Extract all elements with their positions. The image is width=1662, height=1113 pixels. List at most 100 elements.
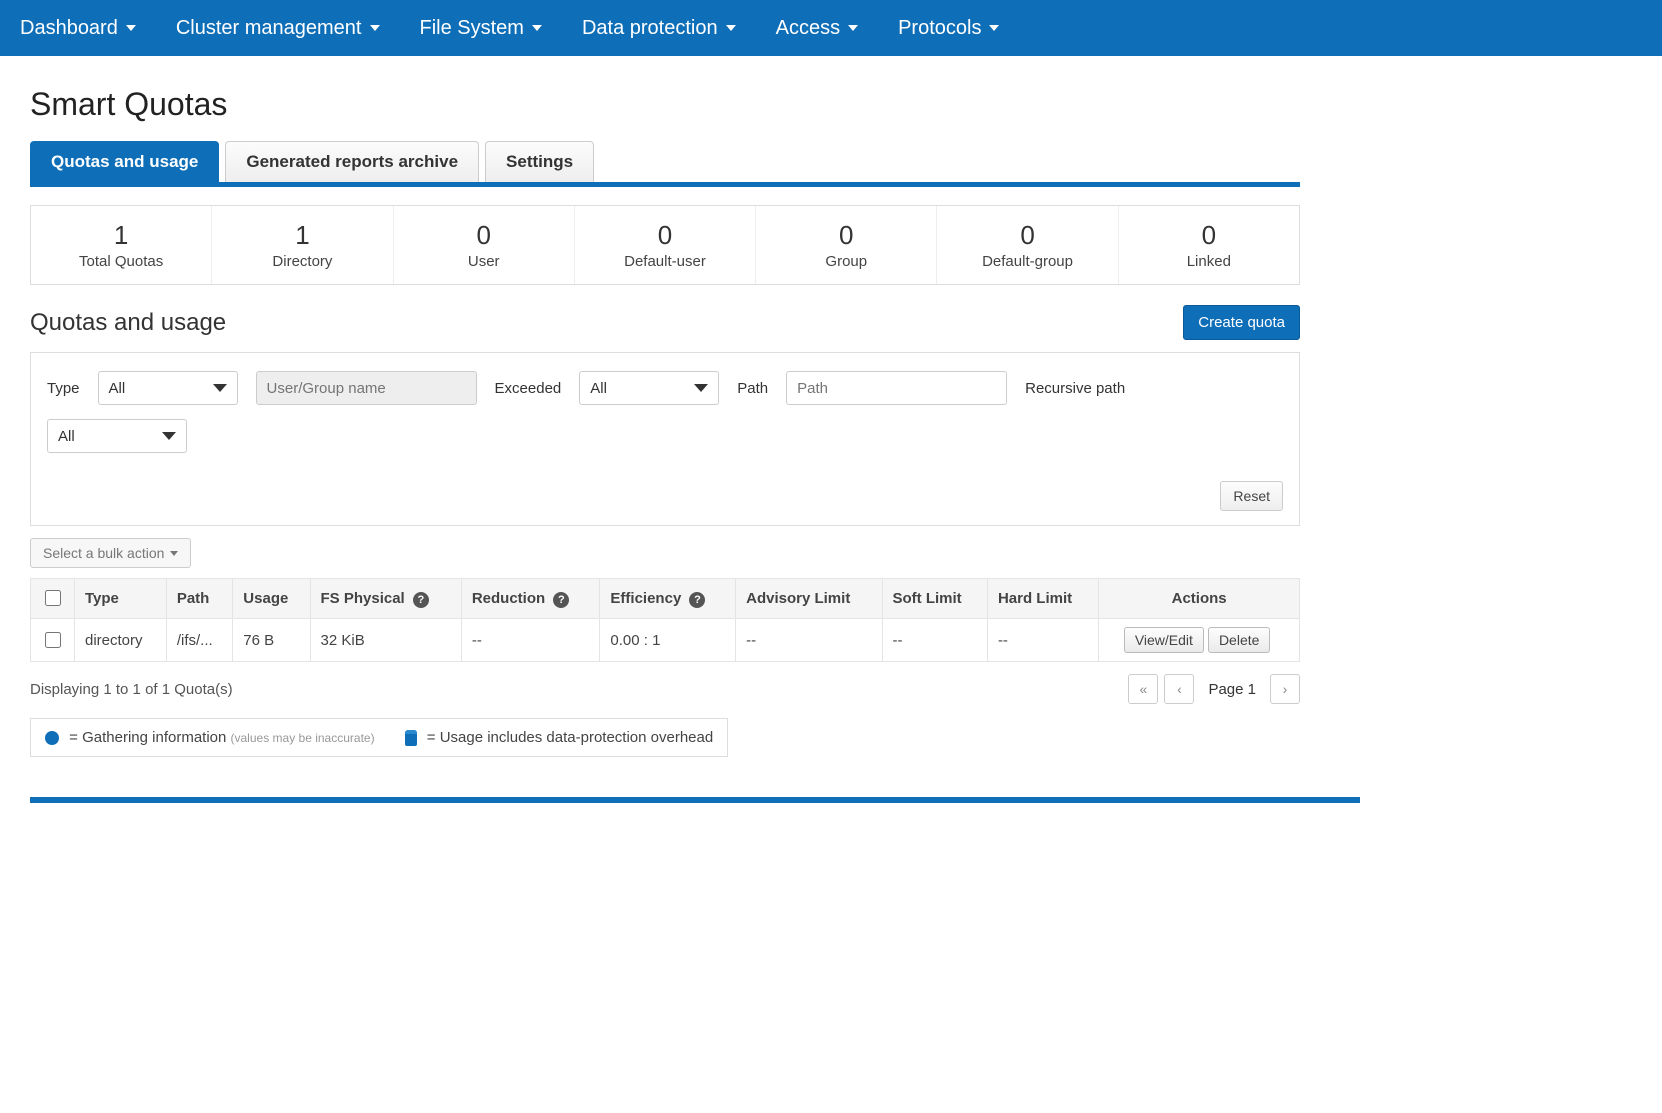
bulk-action-label: Select a bulk action — [43, 545, 164, 561]
nav-label: Protocols — [898, 17, 981, 40]
caret-down-icon — [370, 25, 380, 31]
caret-down-icon — [532, 25, 542, 31]
cell-type: directory — [75, 619, 167, 662]
path-input[interactable] — [786, 371, 1007, 405]
tab-settings[interactable]: Settings — [485, 141, 594, 182]
help-icon[interactable]: ? — [413, 592, 429, 608]
bulk-action-select[interactable]: Select a bulk action — [30, 538, 191, 568]
display-count-text: Displaying 1 to 1 of 1 Quota(s) — [30, 681, 233, 698]
nav-label: Access — [776, 17, 840, 40]
recursive-select-value: All — [58, 428, 75, 445]
stat-group: 0 Group — [756, 206, 937, 284]
row-checkbox[interactable] — [45, 632, 61, 648]
stat-label: Directory — [220, 253, 384, 270]
help-icon[interactable]: ? — [553, 592, 569, 608]
chevron-down-icon — [213, 384, 227, 392]
select-all-checkbox[interactable] — [45, 590, 61, 606]
tab-reports-archive[interactable]: Generated reports archive — [225, 141, 479, 182]
cell-usage: 76 B — [233, 619, 310, 662]
stat-user: 0 User — [394, 206, 575, 284]
type-label: Type — [47, 380, 80, 397]
database-icon — [405, 730, 417, 746]
view-edit-button[interactable]: View/Edit — [1124, 627, 1204, 653]
pager: « ‹ Page 1 › — [1128, 674, 1300, 704]
path-label: Path — [737, 380, 768, 397]
stat-label: Default-user — [583, 253, 747, 270]
quotas-table: Type Path Usage FS Physical ? Reduction … — [30, 578, 1300, 662]
help-icon[interactable]: ? — [689, 592, 705, 608]
create-quota-button[interactable]: Create quota — [1183, 305, 1300, 340]
nav-protocols[interactable]: Protocols — [898, 17, 999, 40]
stat-value: 1 — [220, 220, 384, 251]
caret-down-icon — [170, 551, 178, 556]
stat-value: 0 — [764, 220, 928, 251]
caret-down-icon — [726, 25, 736, 31]
bottom-accent-bar — [30, 797, 1360, 803]
stat-label: Linked — [1127, 253, 1291, 270]
pager-next-button[interactable]: › — [1270, 674, 1300, 704]
stats-summary: 1 Total Quotas 1 Directory 0 User 0 Defa… — [30, 205, 1300, 285]
caret-down-icon — [848, 25, 858, 31]
col-usage: Usage — [233, 579, 310, 619]
usergroup-input[interactable] — [256, 371, 477, 405]
cell-efficiency: 0.00 : 1 — [600, 619, 736, 662]
stat-label: Default-group — [945, 253, 1109, 270]
exceeded-label: Exceeded — [495, 380, 562, 397]
caret-down-icon — [126, 25, 136, 31]
legend: = Gathering information (values may be i… — [30, 718, 728, 757]
legend-gathering: = Gathering information (values may be i… — [45, 729, 375, 746]
nav-dashboard[interactable]: Dashboard — [20, 17, 136, 40]
section-title: Quotas and usage — [30, 309, 226, 337]
nav-cluster-management[interactable]: Cluster management — [176, 17, 380, 40]
chevron-down-icon — [162, 432, 176, 440]
pager-page-label: Page 1 — [1200, 681, 1264, 698]
caret-down-icon — [989, 25, 999, 31]
page-title: Smart Quotas — [30, 86, 1300, 123]
nav-access[interactable]: Access — [776, 17, 858, 40]
nav-label: File System — [420, 17, 524, 40]
col-type: Type — [75, 579, 167, 619]
delete-button[interactable]: Delete — [1208, 627, 1270, 653]
stat-total-quotas: 1 Total Quotas — [31, 206, 212, 284]
stat-value: 0 — [402, 220, 566, 251]
legend-overhead: = Usage includes data-protection overhea… — [405, 729, 714, 746]
col-path: Path — [166, 579, 232, 619]
tab-quotas-usage[interactable]: Quotas and usage — [30, 141, 219, 182]
stat-default-group: 0 Default-group — [937, 206, 1118, 284]
col-fs-physical: FS Physical ? — [310, 579, 461, 619]
dot-icon — [45, 731, 59, 745]
filters-panel: Type All Exceeded All Path Recursive pat… — [30, 352, 1300, 526]
pager-prev-button[interactable]: ‹ — [1164, 674, 1194, 704]
cell-reduction: -- — [461, 619, 600, 662]
stat-label: Total Quotas — [39, 253, 203, 270]
nav-file-system[interactable]: File System — [420, 17, 542, 40]
chevron-down-icon — [694, 384, 708, 392]
recursive-label: Recursive path — [1025, 380, 1125, 397]
cell-advisory: -- — [736, 619, 882, 662]
stat-value: 0 — [945, 220, 1109, 251]
nav-label: Cluster management — [176, 17, 362, 40]
stat-value: 0 — [583, 220, 747, 251]
col-hard: Hard Limit — [987, 579, 1098, 619]
stat-label: Group — [764, 253, 928, 270]
reset-button[interactable]: Reset — [1220, 481, 1283, 511]
nav-label: Data protection — [582, 17, 718, 40]
col-advisory: Advisory Limit — [736, 579, 882, 619]
type-select[interactable]: All — [98, 371, 238, 405]
nav-data-protection[interactable]: Data protection — [582, 17, 736, 40]
exceeded-select[interactable]: All — [579, 371, 719, 405]
col-reduction: Reduction ? — [461, 579, 600, 619]
type-select-value: All — [109, 380, 126, 397]
col-efficiency: Efficiency ? — [600, 579, 736, 619]
top-nav: Dashboard Cluster management File System… — [0, 0, 1662, 56]
tabs: Quotas and usage Generated reports archi… — [30, 141, 1300, 187]
cell-soft: -- — [882, 619, 987, 662]
col-actions: Actions — [1099, 579, 1300, 619]
cell-fs-physical: 32 KiB — [310, 619, 461, 662]
recursive-select[interactable]: All — [47, 419, 187, 453]
stat-default-user: 0 Default-user — [575, 206, 756, 284]
pager-first-button[interactable]: « — [1128, 674, 1158, 704]
stat-value: 1 — [39, 220, 203, 251]
stat-value: 0 — [1127, 220, 1291, 251]
exceeded-select-value: All — [590, 380, 607, 397]
